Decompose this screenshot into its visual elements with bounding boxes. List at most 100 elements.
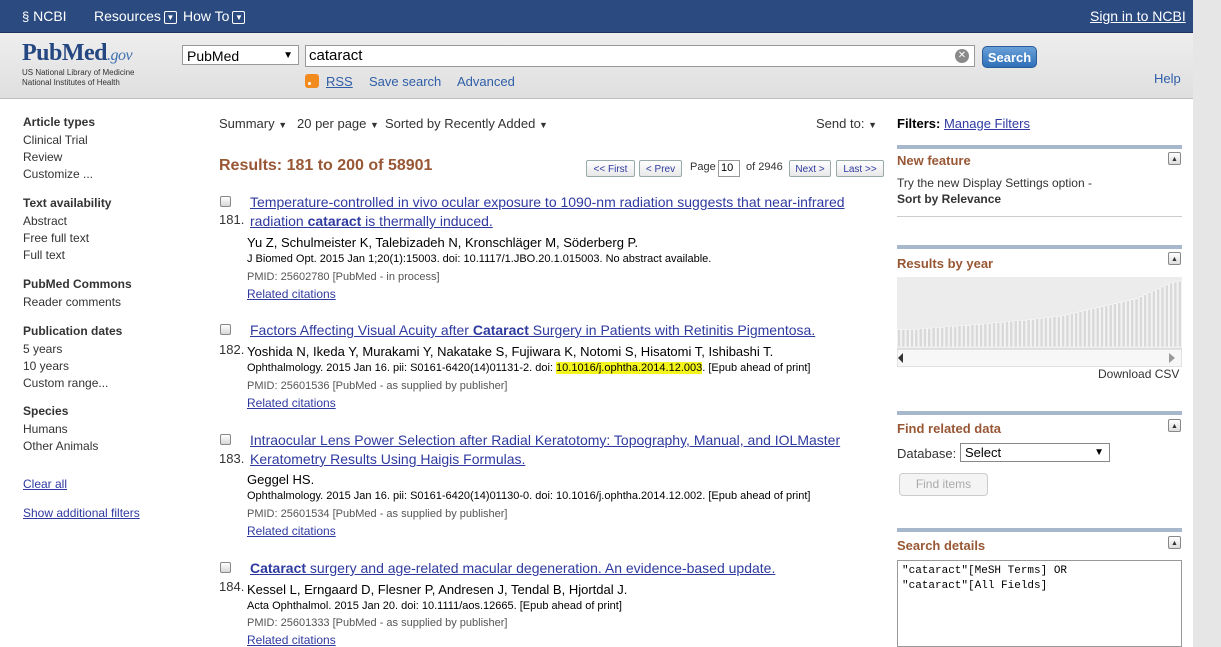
pubmed-logo[interactable]: PubMed.gov [22,40,133,67]
filter-customize[interactable]: Customize ... [23,167,93,181]
filter-full-text[interactable]: Full text [23,248,65,262]
year-bar[interactable] [1065,314,1070,348]
result-title[interactable]: Temperature-controlled in vivo ocular ex… [250,193,870,231]
year-bar[interactable] [1104,305,1109,348]
filter-free-full-text[interactable]: Free full text [23,231,89,245]
year-bar[interactable] [970,324,975,348]
next-page-button[interactable]: Next > [789,160,831,177]
collapse-icon[interactable]: ▲ [1168,536,1181,549]
title-text-pre[interactable]: Factors Affecting Visual Acuity after [250,322,473,338]
per-page-menu[interactable]: 20 per page ▼ [297,116,379,131]
howto-menu[interactable]: How To ▼ [183,8,246,24]
year-bar[interactable] [1052,316,1057,348]
related-citations-link[interactable]: Related citations [247,524,336,538]
year-bar[interactable] [1087,309,1091,348]
year-bar[interactable] [1134,298,1139,348]
search-details-textarea[interactable]: "cataract"[MeSH Terms] OR "cataract"[All… [897,560,1182,647]
year-bar[interactable] [983,323,988,348]
advanced-link[interactable]: Advanced [457,74,515,89]
year-bar[interactable] [1147,292,1152,348]
related-citations-link[interactable]: Related citations [247,287,336,301]
title-text-keyword[interactable]: Cataract [473,322,529,338]
year-bar[interactable] [944,326,949,348]
year-bar[interactable] [1013,320,1018,348]
manage-filters-link[interactable]: Manage Filters [944,116,1030,131]
year-bar[interactable] [1000,322,1005,348]
year-bar[interactable] [918,328,923,348]
search-button[interactable]: Search [982,46,1037,68]
year-bar[interactable] [1018,320,1022,348]
year-bar[interactable] [897,329,901,348]
resources-menu[interactable]: Resources ▼ [94,8,177,24]
filter-clinical-trial[interactable]: Clinical Trial [23,133,88,147]
year-bar[interactable] [1100,306,1104,348]
year-bar[interactable] [966,325,970,348]
year-bar[interactable] [1009,321,1014,348]
year-bar[interactable] [987,323,992,348]
show-additional-filters-link[interactable]: Show additional filters [23,506,140,520]
year-bar[interactable] [1048,317,1053,348]
title-text-post[interactable]: Surgery in Patients with Retinitis Pigme… [529,322,815,338]
sort-menu[interactable]: Sorted by Recently Added ▼ [385,116,548,131]
find-items-button[interactable]: Find items [899,473,988,496]
search-input[interactable]: cataract ✕ [305,45,975,67]
result-title[interactable]: Factors Affecting Visual Acuity after Ca… [250,321,870,340]
first-page-button[interactable]: << First [586,160,635,177]
year-bar[interactable] [923,328,927,348]
year-bar[interactable] [1074,312,1078,348]
clear-search-icon[interactable]: ✕ [955,49,969,63]
year-bar[interactable] [1031,319,1035,348]
title-text-keyword[interactable]: cataract [308,213,362,229]
year-bar[interactable] [1091,308,1096,348]
result-checkbox[interactable] [220,324,231,335]
sort-by-relevance-link[interactable]: Sort by Relevance [897,192,1001,206]
save-search-link[interactable]: Save search [369,74,441,89]
result-title[interactable]: Cataract surgery and age-related macular… [250,559,870,578]
year-bar[interactable] [1143,294,1148,348]
clear-all-link[interactable]: Clear all [23,477,67,491]
year-bar[interactable] [931,327,936,348]
filter-reader-comments[interactable]: Reader comments [23,295,121,309]
year-bar[interactable] [1108,304,1113,348]
result-checkbox[interactable] [220,562,231,573]
year-bar[interactable] [1156,288,1160,348]
year-bar[interactable] [1069,313,1074,348]
help-link[interactable]: Help [1154,71,1181,86]
filter-abstract[interactable]: Abstract [23,214,67,228]
year-bar[interactable] [979,324,983,348]
result-checkbox[interactable] [220,196,231,207]
sign-in-link[interactable]: Sign in to NCBI [1090,8,1186,24]
title-text-post[interactable]: is thermally induced. [361,213,493,229]
filter-10-years[interactable]: 10 years [23,359,69,373]
rss-link[interactable]: RSS [326,74,353,89]
year-bar[interactable] [1113,303,1117,348]
year-bar[interactable] [1139,296,1143,348]
year-bar[interactable] [1160,286,1165,348]
year-bar[interactable] [1082,310,1087,348]
year-bar[interactable] [1121,301,1126,348]
year-bar[interactable] [992,322,996,348]
ncbi-logo[interactable]: § NCBI [22,8,67,24]
year-bar[interactable] [940,327,945,348]
send-to-menu[interactable]: Send to: ▼ [816,116,877,131]
collapse-icon[interactable]: ▲ [1168,252,1181,265]
related-citations-link[interactable]: Related citations [247,633,336,647]
year-bar[interactable] [953,326,958,348]
chart-scrollbar[interactable] [897,348,1182,367]
filter-5-years[interactable]: 5 years [23,342,62,356]
year-bar[interactable] [1164,284,1169,348]
year-bar[interactable] [914,329,919,348]
year-bar[interactable] [1117,302,1122,348]
results-by-year-chart[interactable] [897,277,1182,367]
year-bar[interactable] [996,322,1001,348]
database-select[interactable]: PubMed ▼ [182,45,299,65]
result-checkbox[interactable] [220,434,231,445]
title-text-post[interactable]: surgery and age-related macular degenera… [306,560,775,576]
year-bar[interactable] [1039,318,1044,348]
last-page-button[interactable]: Last >> [836,160,884,177]
year-bar[interactable] [1169,282,1173,348]
year-bar[interactable] [1022,320,1027,348]
summary-format-menu[interactable]: Summary ▼ [219,116,287,131]
title-text[interactable]: Intraocular Lens Power Selection after R… [250,432,840,467]
year-bar[interactable] [905,329,910,348]
